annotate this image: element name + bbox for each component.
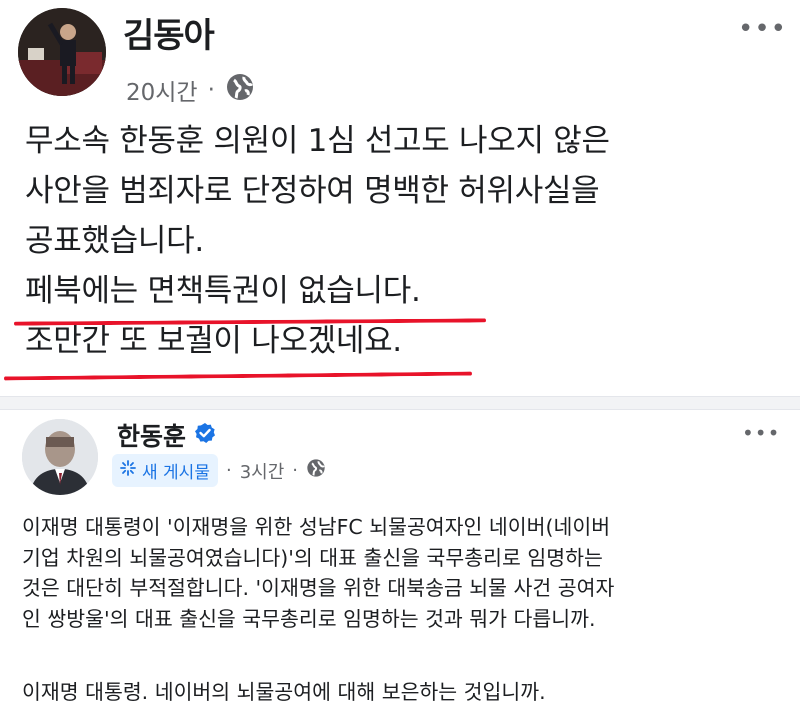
post-line: 이재명 대통령. 네이버의 뇌물공여에 대해 보은하는 것입니까.: [22, 680, 546, 704]
post-line: 이재명 대통령이 '이재명을 위한 성남FC 뇌물공여자인 네이버(네이버: [22, 515, 611, 539]
post-time[interactable]: 3시간: [240, 458, 285, 484]
avatar[interactable]: [22, 419, 98, 495]
post-line: 인 쌍방울'의 대표 출신을 국무총리로 임명하는 것과 뭐가 다릅니까.: [22, 606, 596, 631]
post-divider: [0, 396, 800, 410]
new-post-tag[interactable]: 새 게시물: [112, 454, 218, 487]
post-meta: 20시간 ·: [126, 72, 255, 108]
meta-separator: ·: [292, 460, 299, 481]
post-body: 이재명 대통령이 '이재명을 위한 성남FC 뇌물공여자인 네이버(네이버 기업…: [22, 512, 782, 708]
post-line: 기업 차원의 뇌물공여였습니다)'의 대표 출신을 국무총리로 임명하는: [22, 545, 603, 570]
more-options-icon[interactable]: •••: [742, 421, 780, 445]
globe-icon: [306, 458, 326, 483]
post-han-donghoon: 한동훈 새 게시물 · 3시간 · ••• 이재명 대통령이 '이재명을 위한 …: [0, 409, 800, 719]
post-kim-donga: 김동아 20시간 · ••• 무소속 한동훈 의원이 1심 선고도 나오지 않은…: [0, 0, 800, 396]
verified-badge-icon: [194, 421, 216, 450]
post-line: 무소속 한동훈 의원이 1심 선고도 나오지 않은: [25, 123, 610, 159]
post-line: 것은 대단히 부적절합니다. '이재명을 위한 대북송금 뇌물 사건 공여자: [22, 576, 615, 600]
meta-separator: ·: [207, 77, 215, 103]
sparkle-icon: [120, 460, 136, 481]
post-line: 공표했습니다.: [25, 223, 204, 259]
post-time[interactable]: 20시간: [126, 73, 198, 107]
post-line-underlined: 페북에는 면책특권이 없습니다.: [25, 273, 421, 309]
author-name[interactable]: 김동아: [123, 8, 215, 57]
avatar[interactable]: [18, 8, 106, 96]
author-name-row: 한동훈: [117, 417, 216, 453]
post-line: 사안을 범죄자로 단정하여 명백한 허위사실을: [25, 173, 600, 209]
author-name[interactable]: 한동훈: [117, 417, 186, 453]
meta-separator: ·: [225, 460, 232, 481]
more-options-icon[interactable]: •••: [738, 14, 787, 44]
new-post-label: 새 게시물: [142, 463, 210, 483]
post-meta: 새 게시물 · 3시간 ·: [112, 454, 326, 487]
post-body: 무소속 한동훈 의원이 1심 선고도 나오지 않은 사안을 범죄자로 단정하여 …: [25, 116, 785, 366]
globe-icon: [225, 72, 255, 108]
red-underline-annotation: [3, 371, 473, 381]
